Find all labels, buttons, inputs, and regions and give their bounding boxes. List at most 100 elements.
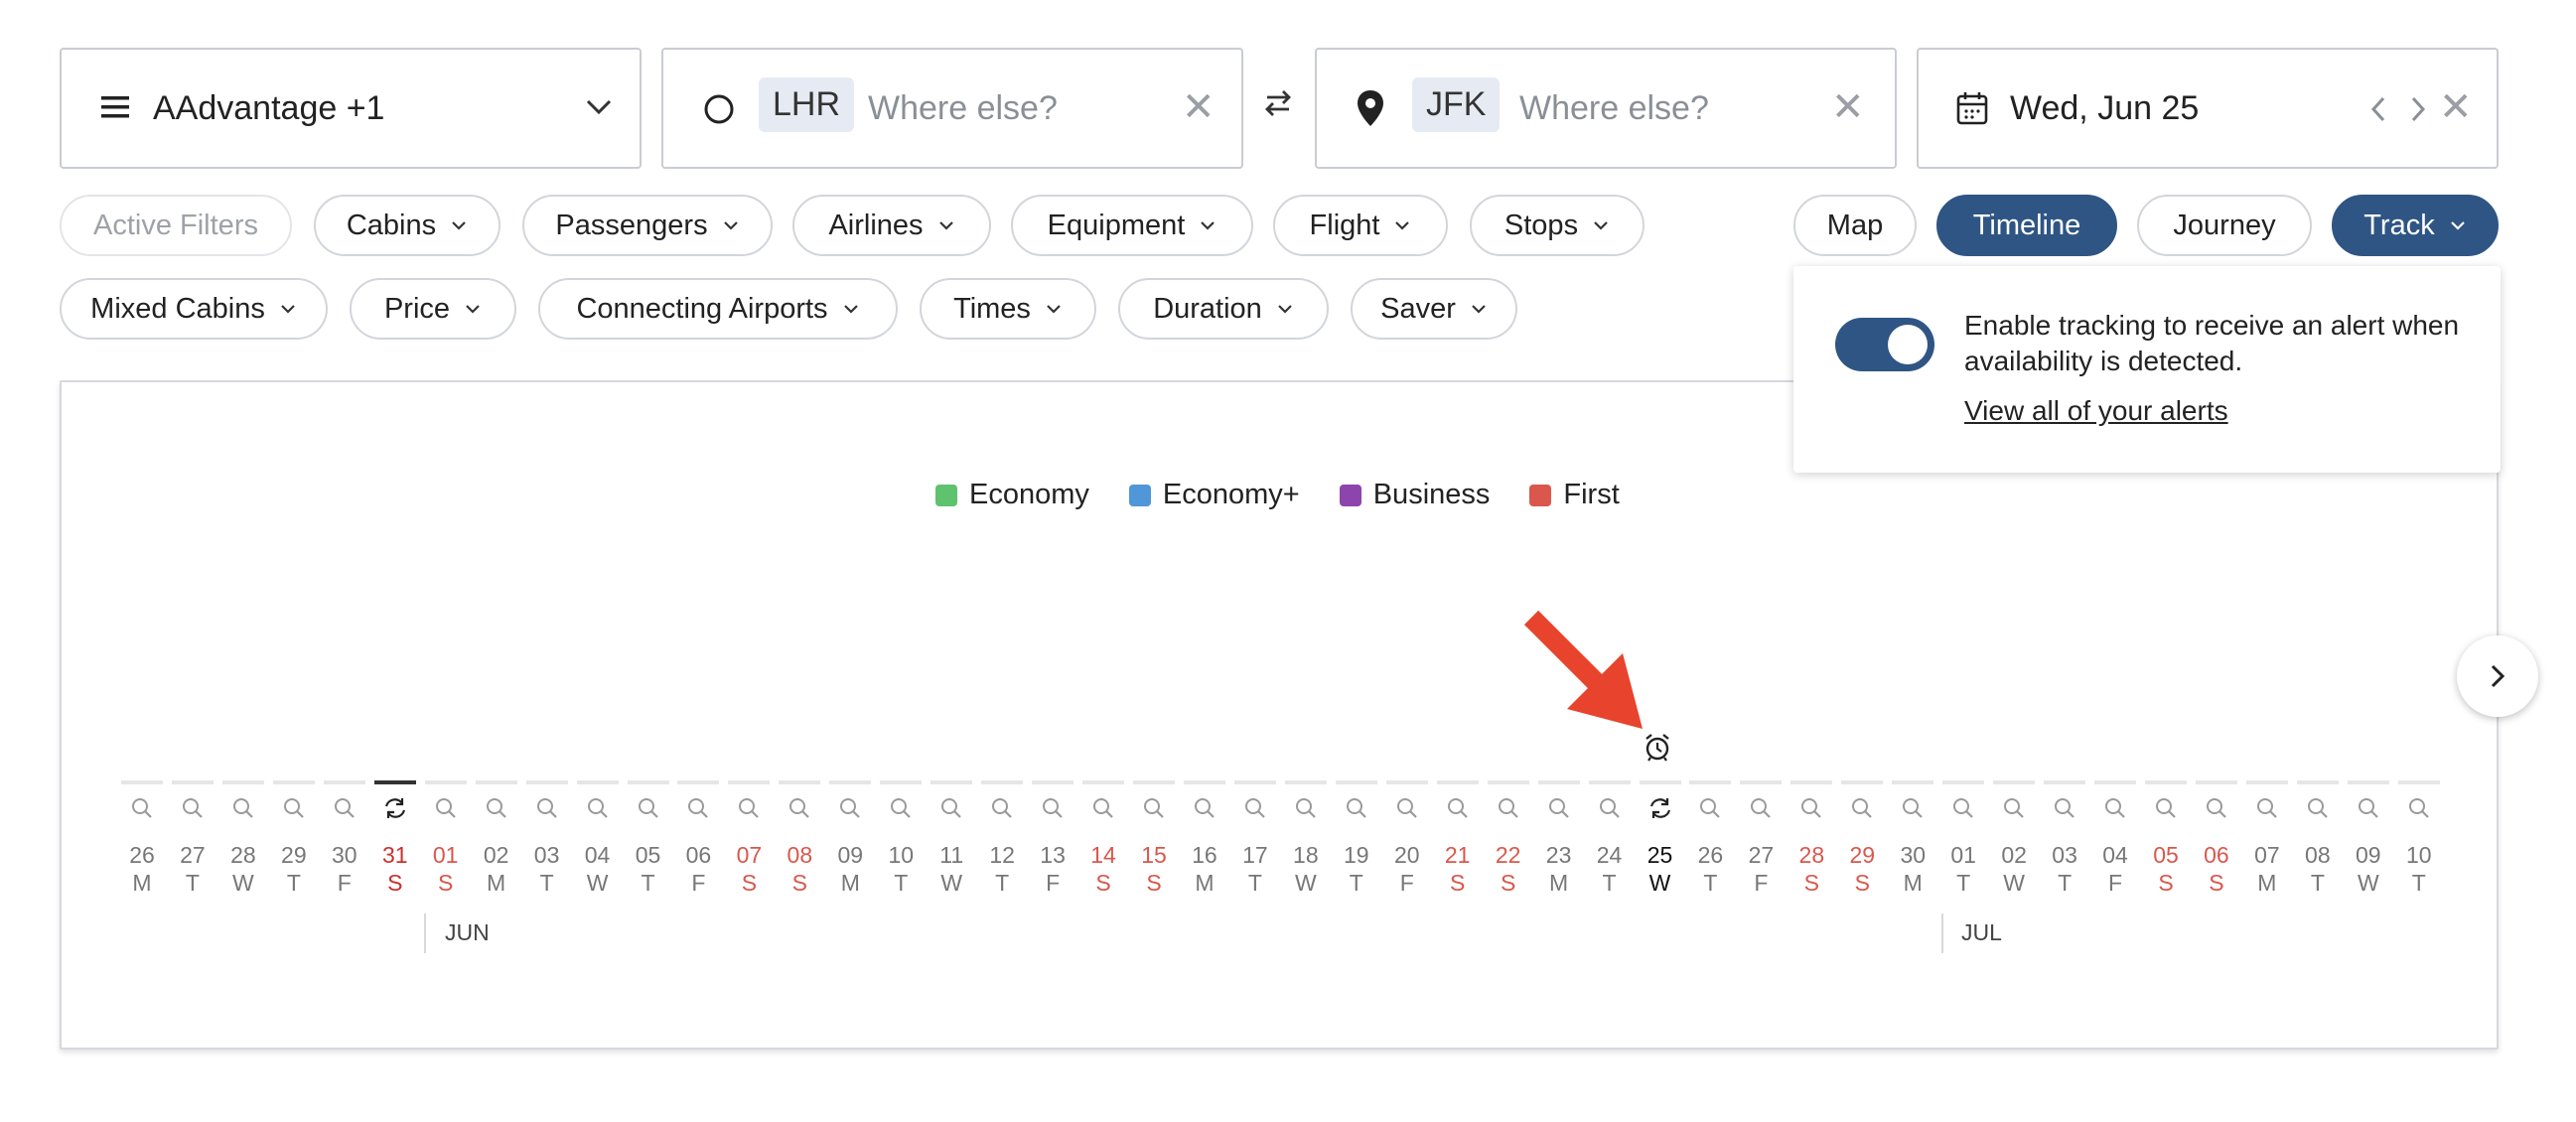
timeline-day[interactable]: 14 S: [1078, 780, 1128, 900]
search-icon[interactable]: [218, 796, 268, 826]
journey-view-button[interactable]: Journey: [2137, 195, 2312, 256]
search-icon[interactable]: [269, 796, 319, 826]
cabins-filter[interactable]: Cabins: [314, 195, 501, 256]
timeline-day[interactable]: 30 M: [1888, 780, 1937, 900]
timeline-day[interactable]: 05 S: [2141, 780, 2191, 900]
map-view-button[interactable]: Map: [1793, 195, 1917, 256]
search-icon[interactable]: [1534, 796, 1584, 826]
origin-placeholder[interactable]: Where else?: [868, 89, 1058, 128]
timeline-day[interactable]: 07 S: [724, 780, 774, 900]
timeline-day[interactable]: 31 S: [370, 780, 420, 900]
search-icon[interactable]: [724, 796, 774, 826]
search-icon[interactable]: [624, 796, 673, 826]
search-icon[interactable]: [1787, 796, 1836, 826]
timeline-day[interactable]: 23 M: [1534, 780, 1584, 900]
search-icon[interactable]: [1332, 796, 1381, 826]
timeline-day[interactable]: 03 T: [522, 780, 572, 900]
search-icon[interactable]: [1837, 796, 1887, 826]
timeline-day[interactable]: 02 M: [472, 780, 521, 900]
timeline-day[interactable]: 11 W: [927, 780, 976, 900]
timeline-day[interactable]: 09 M: [825, 780, 875, 900]
timeline-day[interactable]: 19 T: [1332, 780, 1381, 900]
search-icon[interactable]: [168, 796, 217, 826]
program-selector[interactable]: AAdvantage +1: [60, 48, 642, 169]
search-icon[interactable]: [522, 796, 572, 826]
mixed-cabins-filter[interactable]: Mixed Cabins: [60, 278, 328, 340]
search-icon[interactable]: [2242, 796, 2292, 826]
next-date-icon[interactable]: [2409, 95, 2427, 128]
search-icon[interactable]: [1938, 796, 1988, 826]
search-icon[interactable]: [320, 796, 369, 826]
timeline-day[interactable]: 29 T: [269, 780, 319, 900]
search-icon[interactable]: [1028, 796, 1077, 826]
alarm-clock-icon[interactable]: [1644, 733, 1671, 768]
flight-filter[interactable]: Flight: [1273, 195, 1448, 256]
timeline-day[interactable]: 10 T: [2394, 780, 2444, 900]
timeline-day[interactable]: 22 S: [1484, 780, 1533, 900]
search-icon[interactable]: [573, 796, 623, 826]
origin-field[interactable]: LHR Where else? ✕: [661, 48, 1243, 169]
search-icon[interactable]: [1281, 796, 1331, 826]
view-alerts-link[interactable]: View all of your alerts: [1964, 395, 2228, 427]
track-button[interactable]: Track: [2332, 195, 2499, 256]
price-filter[interactable]: Price: [350, 278, 516, 340]
timeline-day[interactable]: 26 T: [1685, 780, 1735, 900]
timeline-day[interactable]: 24 T: [1585, 780, 1635, 900]
timeline-view-button[interactable]: Timeline: [1936, 195, 2117, 256]
saver-filter[interactable]: Saver: [1351, 278, 1517, 340]
timeline-day[interactable]: 13 F: [1028, 780, 1077, 900]
destination-code-chip[interactable]: JFK: [1412, 77, 1501, 132]
timeline-day[interactable]: 16 M: [1180, 780, 1229, 900]
date-field[interactable]: Wed, Jun 25 ✕: [1917, 48, 2499, 169]
timeline-day[interactable]: 01 S: [421, 780, 471, 900]
search-icon[interactable]: [2394, 796, 2444, 826]
search-icon[interactable]: [1078, 796, 1128, 826]
search-icon[interactable]: [1129, 796, 1179, 826]
previous-date-icon[interactable]: [2369, 95, 2387, 128]
search-icon[interactable]: [1736, 796, 1786, 826]
timeline-day[interactable]: 20 F: [1382, 780, 1432, 900]
timeline-day[interactable]: 27 F: [1736, 780, 1786, 900]
search-icon[interactable]: [977, 796, 1027, 826]
search-icon[interactable]: [673, 796, 723, 826]
timeline-day[interactable]: 30 F: [320, 780, 369, 900]
timeline-day[interactable]: 17 T: [1230, 780, 1280, 900]
timeline-day[interactable]: 07 M: [2242, 780, 2292, 900]
timeline-day[interactable]: 08 S: [775, 780, 824, 900]
timeline-day[interactable]: 01 T: [1938, 780, 1988, 900]
timeline-day[interactable]: 27 T: [168, 780, 217, 900]
refresh-icon[interactable]: [370, 796, 420, 826]
search-icon[interactable]: [117, 796, 167, 826]
timeline-day[interactable]: 25 W: [1636, 780, 1685, 900]
timeline-day[interactable]: 03 T: [2040, 780, 2089, 900]
clear-date-icon[interactable]: ✕: [2439, 87, 2473, 127]
search-icon[interactable]: [1484, 796, 1533, 826]
search-icon[interactable]: [1989, 796, 2039, 826]
timeline-day[interactable]: 29 S: [1837, 780, 1887, 900]
timeline-day[interactable]: 28 S: [1787, 780, 1836, 900]
search-icon[interactable]: [1180, 796, 1229, 826]
next-range-button[interactable]: [2457, 635, 2538, 717]
search-icon[interactable]: [1888, 796, 1937, 826]
timeline-day[interactable]: 18 W: [1281, 780, 1331, 900]
timeline-day[interactable]: 21 S: [1433, 780, 1483, 900]
timeline-day[interactable]: 09 W: [2344, 780, 2393, 900]
clear-origin-icon[interactable]: ✕: [1182, 87, 1216, 127]
timeline-day[interactable]: 26 M: [117, 780, 167, 900]
search-icon[interactable]: [2344, 796, 2393, 826]
timeline-day[interactable]: 06 S: [2192, 780, 2241, 900]
origin-code-chip[interactable]: LHR: [759, 77, 855, 132]
search-icon[interactable]: [1382, 796, 1432, 826]
search-icon[interactable]: [775, 796, 824, 826]
search-icon[interactable]: [2293, 796, 2343, 826]
timeline-day[interactable]: 02 W: [1989, 780, 2039, 900]
equipment-filter[interactable]: Equipment: [1011, 195, 1253, 256]
timeline-day[interactable]: 10 T: [876, 780, 926, 900]
search-icon[interactable]: [2141, 796, 2191, 826]
timeline-day[interactable]: 06 F: [673, 780, 723, 900]
refresh-icon[interactable]: [1636, 796, 1685, 826]
timeline-day[interactable]: 08 T: [2293, 780, 2343, 900]
search-icon[interactable]: [1585, 796, 1635, 826]
timeline-day[interactable]: 28 W: [218, 780, 268, 900]
swap-icon[interactable]: [1263, 89, 1293, 122]
